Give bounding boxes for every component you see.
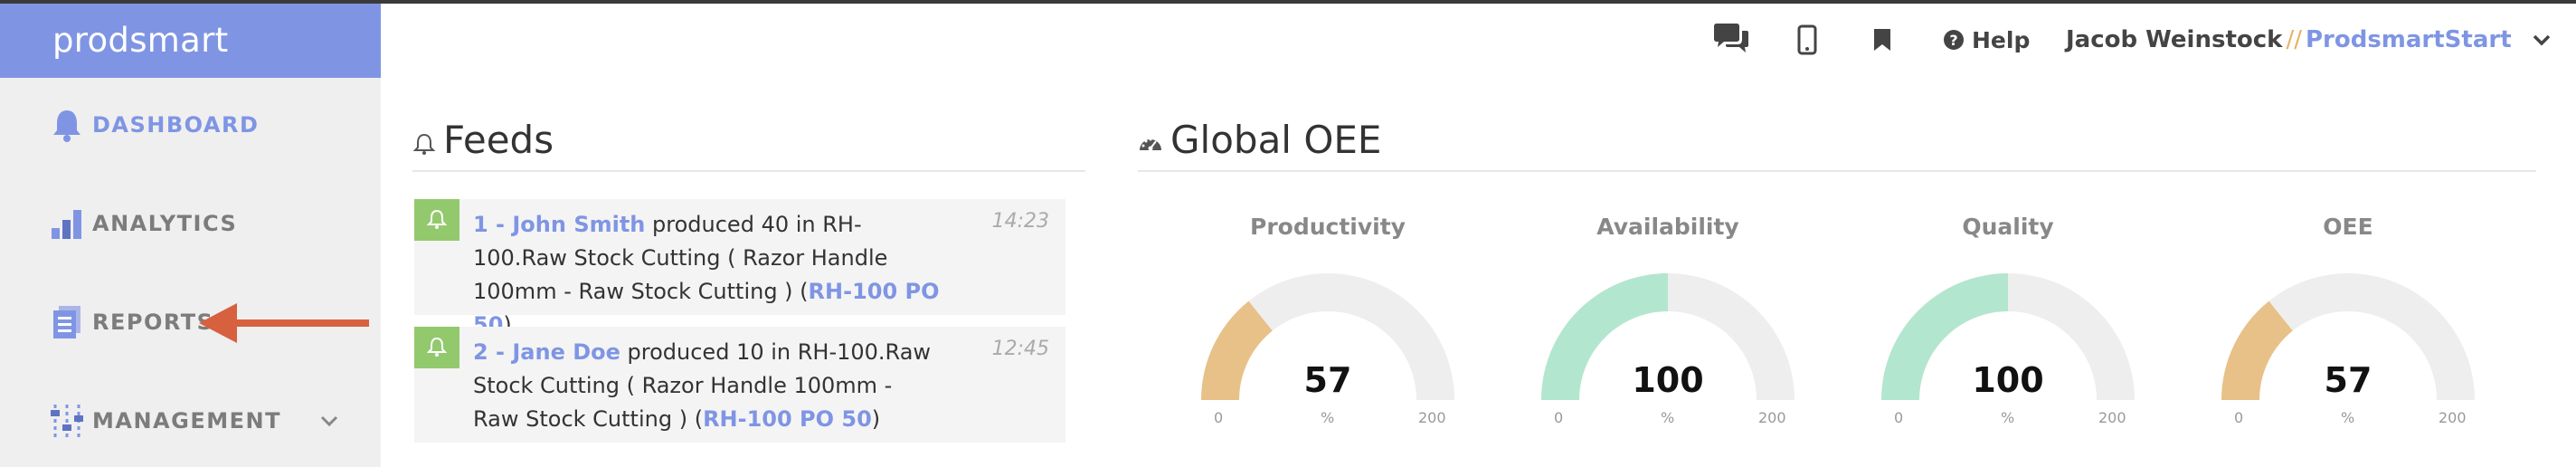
- feed-text: 1 - John Smith produced 40 in RH-100.Raw…: [473, 208, 943, 342]
- gauge-chart: [2221, 273, 2475, 400]
- feed-order-link[interactable]: RH-100 PO 50: [703, 406, 872, 432]
- feed-item[interactable]: 2 - Jane Doe produced 10 in RH-100.Raw S…: [414, 327, 1065, 443]
- gauge-min-label: 0: [2234, 409, 2244, 426]
- feeds-divider: [412, 170, 1085, 172]
- window-top-border: [0, 0, 2576, 4]
- feed-text: 2 - Jane Doe produced 10 in RH-100.Raw S…: [473, 336, 943, 436]
- gauge-max-label: 200: [1418, 409, 1446, 426]
- gauge-unit-label: %: [1661, 409, 1675, 426]
- question-icon: ?: [1944, 30, 1964, 50]
- gauge-value: 100: [1632, 360, 1704, 400]
- sidebar-item-label: DASHBOARD: [92, 112, 260, 138]
- svg-text:?: ?: [1949, 32, 1957, 49]
- document-icon: [49, 304, 85, 340]
- user-separator: //: [2286, 26, 2302, 53]
- oee-title: Global OEE: [1138, 118, 1381, 162]
- bell-icon: [414, 327, 459, 368]
- chevron-down-icon[interactable]: [315, 406, 344, 435]
- gauge-max-label: 200: [2098, 409, 2126, 426]
- sidebar-item-label: MANAGEMENT: [92, 408, 281, 434]
- sidebar-item-management[interactable]: MANAGEMENT: [0, 376, 381, 466]
- gauge-chart: [1201, 273, 1454, 400]
- gauge-unit-label: %: [2001, 409, 2015, 426]
- oee-divider: [1138, 170, 2536, 172]
- user-menu[interactable]: Jacob Weinstock // ProdsmartStart: [2066, 18, 2555, 62]
- feeds-title-text: Feeds: [443, 118, 554, 162]
- sidebar-item-label: REPORTS: [92, 310, 214, 335]
- organization-name: ProdsmartStart: [2305, 26, 2512, 53]
- gauge-value: 100: [1972, 360, 2044, 400]
- chevron-down-icon[interactable]: [2528, 26, 2555, 53]
- oee-gauge-productivity: Productivity 57 0% 200: [1192, 208, 1463, 434]
- gauge-value: 57: [1303, 360, 1352, 400]
- oee-gauge-availability: Availability 100 0% 200: [1532, 208, 1804, 434]
- annotation-arrow: [199, 303, 369, 343]
- gauge-title: Quality: [1962, 214, 2054, 240]
- sidebar-item-label: ANALYTICS: [92, 211, 238, 236]
- bell-icon: [49, 107, 85, 143]
- gauge-max-label: 200: [1758, 409, 1786, 426]
- feed-item[interactable]: 1 - John Smith produced 40 in RH-100.Raw…: [414, 199, 1065, 338]
- feed-user-link[interactable]: 2 - Jane Doe: [473, 339, 620, 365]
- sidebar-item-analytics[interactable]: ANALYTICS: [0, 178, 381, 269]
- sliders-icon: [49, 403, 85, 439]
- gauge-chart: [1881, 273, 2135, 400]
- feeds-title: Feeds: [412, 118, 554, 162]
- gauge-unit-label: %: [2341, 409, 2355, 426]
- sidebar-item-dashboard[interactable]: DASHBOARD: [0, 80, 381, 170]
- gauge-chart: [1541, 273, 1795, 400]
- gauge-title: Productivity: [1250, 214, 1406, 240]
- gauge-value: 57: [2324, 360, 2372, 400]
- gauge-min-label: 0: [1554, 409, 1564, 426]
- feed-description-end: ): [871, 406, 881, 432]
- oee-gauge-quality: Quality 100 0% 200: [1872, 208, 2144, 434]
- gauge-unit-label: %: [1321, 409, 1335, 426]
- gauge-min-label: 0: [1894, 409, 1904, 426]
- bell-icon: [414, 199, 459, 241]
- oee-gauge-oee: OEE 57 0% 200: [2212, 208, 2484, 434]
- gauge-min-label: 0: [1214, 409, 1224, 426]
- feed-timestamp: 14:23: [991, 210, 1049, 233]
- gauge-title: OEE: [2323, 214, 2373, 240]
- feed-timestamp: 12:45: [991, 338, 1049, 360]
- help-label: Help: [1972, 26, 2031, 53]
- bar-chart-icon: [49, 205, 85, 242]
- gauge-max-label: 200: [2439, 409, 2467, 426]
- oee-title-text: Global OEE: [1170, 118, 1382, 162]
- help-link[interactable]: ? Help: [1943, 18, 2030, 62]
- bell-outline-icon: [412, 133, 436, 155]
- chat-icon[interactable]: [1711, 18, 1751, 62]
- bookmark-icon[interactable]: [1872, 18, 1892, 62]
- feed-user-link[interactable]: 1 - John Smith: [473, 212, 645, 237]
- dashboard-gauge-icon: [1140, 138, 1161, 150]
- gauge-title: Availability: [1596, 214, 1739, 240]
- user-name: Jacob Weinstock: [2066, 26, 2283, 53]
- mobile-icon[interactable]: [1797, 18, 1817, 62]
- brand-logo[interactable]: prodsmart: [0, 4, 381, 78]
